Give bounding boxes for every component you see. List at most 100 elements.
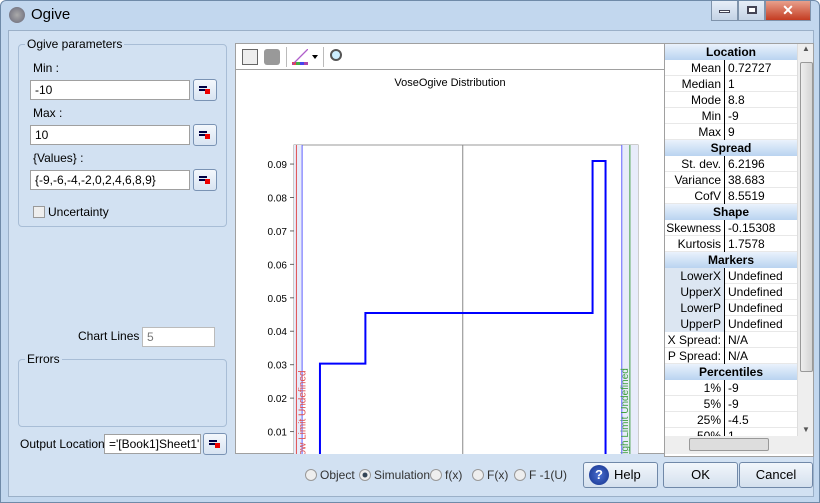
max-label: Max :	[33, 106, 63, 120]
chart-style-icon[interactable]	[292, 49, 308, 65]
output-location-input[interactable]: ='[Book1]Sheet1'!	[104, 434, 201, 454]
stat-row: Skewness -0.15308	[665, 220, 797, 236]
low-limit-label: Low Limit Undefined	[297, 370, 308, 454]
chart-toolbar	[236, 44, 664, 70]
print-icon[interactable]	[264, 49, 280, 65]
stat-label: Mode	[665, 92, 725, 108]
help-button[interactable]: ? Help	[583, 462, 658, 488]
values-label: {Values} :	[33, 151, 84, 165]
minimize-button[interactable]	[711, 1, 738, 21]
stat-label: CofV	[665, 188, 725, 204]
vertical-scrollbar[interactable]: ▲ ▼	[797, 44, 813, 436]
help-icon: ?	[589, 465, 609, 485]
cell-picker-icon[interactable]	[203, 433, 227, 455]
mode-pdf[interactable]: f(x)	[430, 468, 462, 482]
stat-row: Mode 8.8	[665, 92, 797, 108]
stat-label: X Spread:	[665, 332, 725, 348]
stat-label: LowerX	[665, 268, 725, 284]
section-header: Spread	[665, 140, 797, 156]
copy-icon[interactable]	[242, 49, 258, 65]
mode-cdf[interactable]: F(x)	[472, 468, 508, 482]
stat-row: LowerX Undefined	[665, 268, 797, 284]
values-input[interactable]: {-9,-6,-4,-2,0,2,4,6,8,9}	[30, 170, 190, 190]
stat-row: Max 9	[665, 124, 797, 140]
chart-panel: VoseOgive Distribution Low Limit Undefin…	[235, 43, 665, 454]
stat-row: P Spread: N/A	[665, 348, 797, 364]
stat-row: X Spread: N/A	[665, 332, 797, 348]
stat-row: Kurtosis 1.7578	[665, 236, 797, 252]
radio-label: Simulation	[374, 468, 431, 482]
stat-row: CofV 8.5519	[665, 188, 797, 204]
stat-value: N/A	[728, 349, 749, 363]
scroll-thumb[interactable]	[800, 62, 813, 372]
y-tick-label: 0.07	[268, 227, 288, 238]
radio-label: Object	[320, 468, 355, 482]
stat-label: Max	[665, 124, 725, 140]
stat-label: 25%	[665, 412, 725, 428]
ogive-chart: VoseOgive Distribution Low Limit Undefin…	[268, 77, 639, 454]
chart-lines-input[interactable]: 5	[142, 327, 215, 347]
y-tick-label: 0.06	[268, 260, 288, 271]
group-label: Ogive parameters	[25, 37, 125, 51]
stat-value: -9	[728, 381, 739, 395]
stat-label: 1%	[665, 380, 725, 396]
y-tick-label: 0.05	[268, 294, 288, 305]
stat-value: 8.5519	[728, 189, 765, 203]
chart-title: VoseOgive Distribution	[394, 77, 505, 89]
stat-label: UpperP	[665, 316, 725, 332]
statistics-panel: Location Mean 0.72727 Median 1 Mode 8.8 Min -9 Ma…	[664, 43, 814, 457]
stat-row: 5% -9	[665, 396, 797, 412]
cell-picker-icon[interactable]	[193, 79, 217, 101]
horizontal-scrollbar[interactable]	[665, 436, 813, 454]
y-tick-label: 0.09	[268, 160, 288, 171]
cell-picker-icon[interactable]	[193, 124, 217, 146]
section-header: Markers	[665, 252, 797, 268]
maximize-button[interactable]	[738, 1, 765, 21]
stat-value: N/A	[728, 333, 749, 347]
mode-object[interactable]: Object	[305, 468, 355, 482]
stat-row: UpperX Undefined	[665, 284, 797, 300]
errors-group: Errors	[18, 352, 227, 427]
errors-label: Errors	[25, 352, 62, 366]
stat-value: Undefined	[728, 301, 783, 315]
y-tick-label: 0.02	[268, 394, 288, 405]
close-button[interactable]: ✕	[765, 1, 811, 21]
plot-area	[293, 144, 639, 454]
cancel-button[interactable]: Cancel	[739, 462, 813, 488]
stat-label: LowerP	[665, 300, 725, 316]
stat-label: Kurtosis	[665, 236, 725, 252]
stat-row: St. dev. 6.2196	[665, 156, 797, 172]
stat-row: Variance 38.683	[665, 172, 797, 188]
uncertainty-label: Uncertainty	[48, 205, 109, 219]
title-bar: Ogive ✕	[1, 1, 819, 29]
stat-label: 5%	[665, 396, 725, 412]
stat-value: -9	[728, 109, 739, 123]
section-header: Location	[665, 44, 797, 60]
stat-value: 1	[728, 77, 735, 91]
y-tick-label: 0.03	[268, 361, 288, 372]
chevron-down-icon[interactable]	[312, 55, 318, 62]
ogive-parameters-group: Ogive parameters Min : -10 Max : 10 {Val…	[18, 37, 227, 227]
stat-value: 0.72727	[728, 61, 772, 75]
zoom-icon[interactable]	[330, 49, 342, 61]
stat-label: Variance	[665, 172, 725, 188]
stat-label: Min	[665, 108, 725, 124]
mode-simulation[interactable]: Simulation	[359, 468, 430, 482]
stat-label: UpperX	[665, 284, 725, 300]
mode-inverse-cdf[interactable]: F -1(U)	[514, 468, 567, 482]
radio-label: F -1(U)	[529, 468, 567, 482]
min-label: Min :	[33, 61, 60, 75]
uncertainty-checkbox[interactable]	[33, 206, 45, 218]
max-input[interactable]: 10	[30, 125, 190, 145]
cell-picker-icon[interactable]	[193, 169, 217, 191]
min-input[interactable]: -10	[30, 80, 190, 100]
stat-value: 1.7578	[728, 237, 765, 251]
stat-row: Mean 0.72727	[665, 60, 797, 76]
window-title: Ogive	[31, 6, 71, 23]
stat-value: -0.15308	[728, 221, 776, 235]
output-location-label: Output Location:	[20, 437, 109, 451]
stat-value: -9	[728, 397, 739, 411]
stat-label: Median	[665, 76, 725, 92]
section-header: Percentiles	[665, 364, 797, 380]
ok-button[interactable]: OK	[663, 462, 738, 488]
